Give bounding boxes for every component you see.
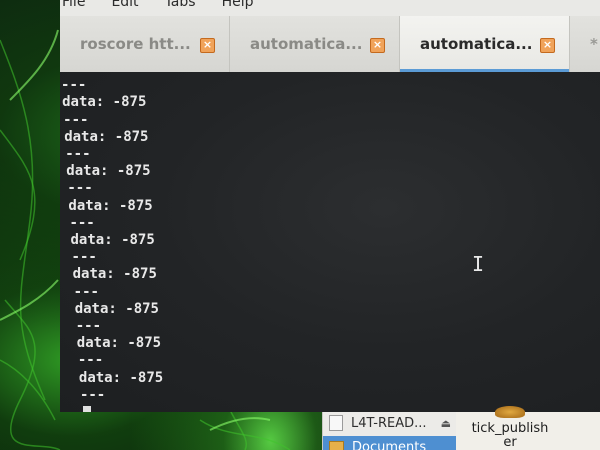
menubar: File Edit Tabs Help xyxy=(60,0,600,16)
terminal-separator-line: --- xyxy=(75,318,102,334)
tab-label: automatica... xyxy=(420,35,533,53)
terminal-separator-line: --- xyxy=(79,386,106,403)
terminal-data-line: data: -875 xyxy=(78,369,164,386)
terminal-data-line: data: -875 xyxy=(62,94,147,111)
terminal-data-line: data: -875 xyxy=(70,232,155,248)
tab-partial[interactable]: * a xyxy=(570,16,600,72)
terminal-data-line: data: -875 xyxy=(76,335,162,352)
desktop-icon-tick-publisher[interactable]: tick_publish er xyxy=(464,406,556,450)
tab-roscore[interactable]: roscore htt... × xyxy=(60,16,230,72)
desktop-icon-label-line1: tick_publish xyxy=(471,421,549,436)
file-item-label: L4T-READ... xyxy=(351,415,427,431)
eject-icon[interactable]: ⏏ xyxy=(441,417,451,430)
folder-icon xyxy=(329,441,344,450)
file-icon xyxy=(495,406,525,418)
tab-automatica-1[interactable]: automatica... × xyxy=(230,16,400,72)
desktop-icon-label-line2: er xyxy=(503,435,517,450)
tab-automatica-2[interactable]: automatica... × xyxy=(400,16,570,72)
photo-scene: File Edit Tabs Help roscore htt... × aut… xyxy=(0,0,600,450)
ibeam-cursor-icon: I xyxy=(472,252,485,276)
menu-tabs[interactable]: Tabs xyxy=(165,0,196,10)
terminal-separator-line: --- xyxy=(69,214,95,231)
terminal-data-line: data: -875 xyxy=(60,72,144,76)
close-icon[interactable]: × xyxy=(200,38,215,53)
terminal-data-line: data: -875 xyxy=(64,128,149,145)
terminal-separator-line: --- xyxy=(65,146,91,162)
document-icon xyxy=(329,415,343,431)
terminal-separator-line: --- xyxy=(61,77,87,94)
file-manager-panel: L4T-READ... ⏏ Documents xyxy=(322,412,457,450)
terminal-separator-line: --- xyxy=(71,249,97,266)
terminal-separator-line: --- xyxy=(67,180,93,197)
tab-label: automatica... xyxy=(250,35,363,53)
text-cursor xyxy=(83,406,91,412)
close-icon[interactable]: × xyxy=(370,38,385,53)
menu-file[interactable]: File xyxy=(62,0,85,10)
terminal-data-line: data: -875 xyxy=(66,163,151,180)
terminal-separator-line: --- xyxy=(73,283,99,300)
tab-label: roscore htt... xyxy=(80,35,191,53)
terminal-data-line: data: -875 xyxy=(74,300,159,317)
menu-edit[interactable]: Edit xyxy=(111,0,138,10)
tab-label: * a xyxy=(590,35,600,53)
file-item-l4t[interactable]: L4T-READ... ⏏ xyxy=(323,412,457,434)
file-item-documents[interactable]: Documents xyxy=(323,436,457,450)
close-icon[interactable]: × xyxy=(540,38,555,53)
terminal-data-line: data: -875 xyxy=(72,266,157,283)
terminal-separator-line: --- xyxy=(77,352,104,369)
terminal-separator-line: --- xyxy=(63,111,89,128)
tab-bar: roscore htt... × automatica... × automat… xyxy=(60,16,600,73)
file-item-label: Documents xyxy=(352,439,427,450)
terminal-data-line: data: -875 xyxy=(68,197,153,214)
menu-help[interactable]: Help xyxy=(222,0,254,10)
terminal-output[interactable]: data: -875---data: -875---data: -875---d… xyxy=(60,72,600,412)
